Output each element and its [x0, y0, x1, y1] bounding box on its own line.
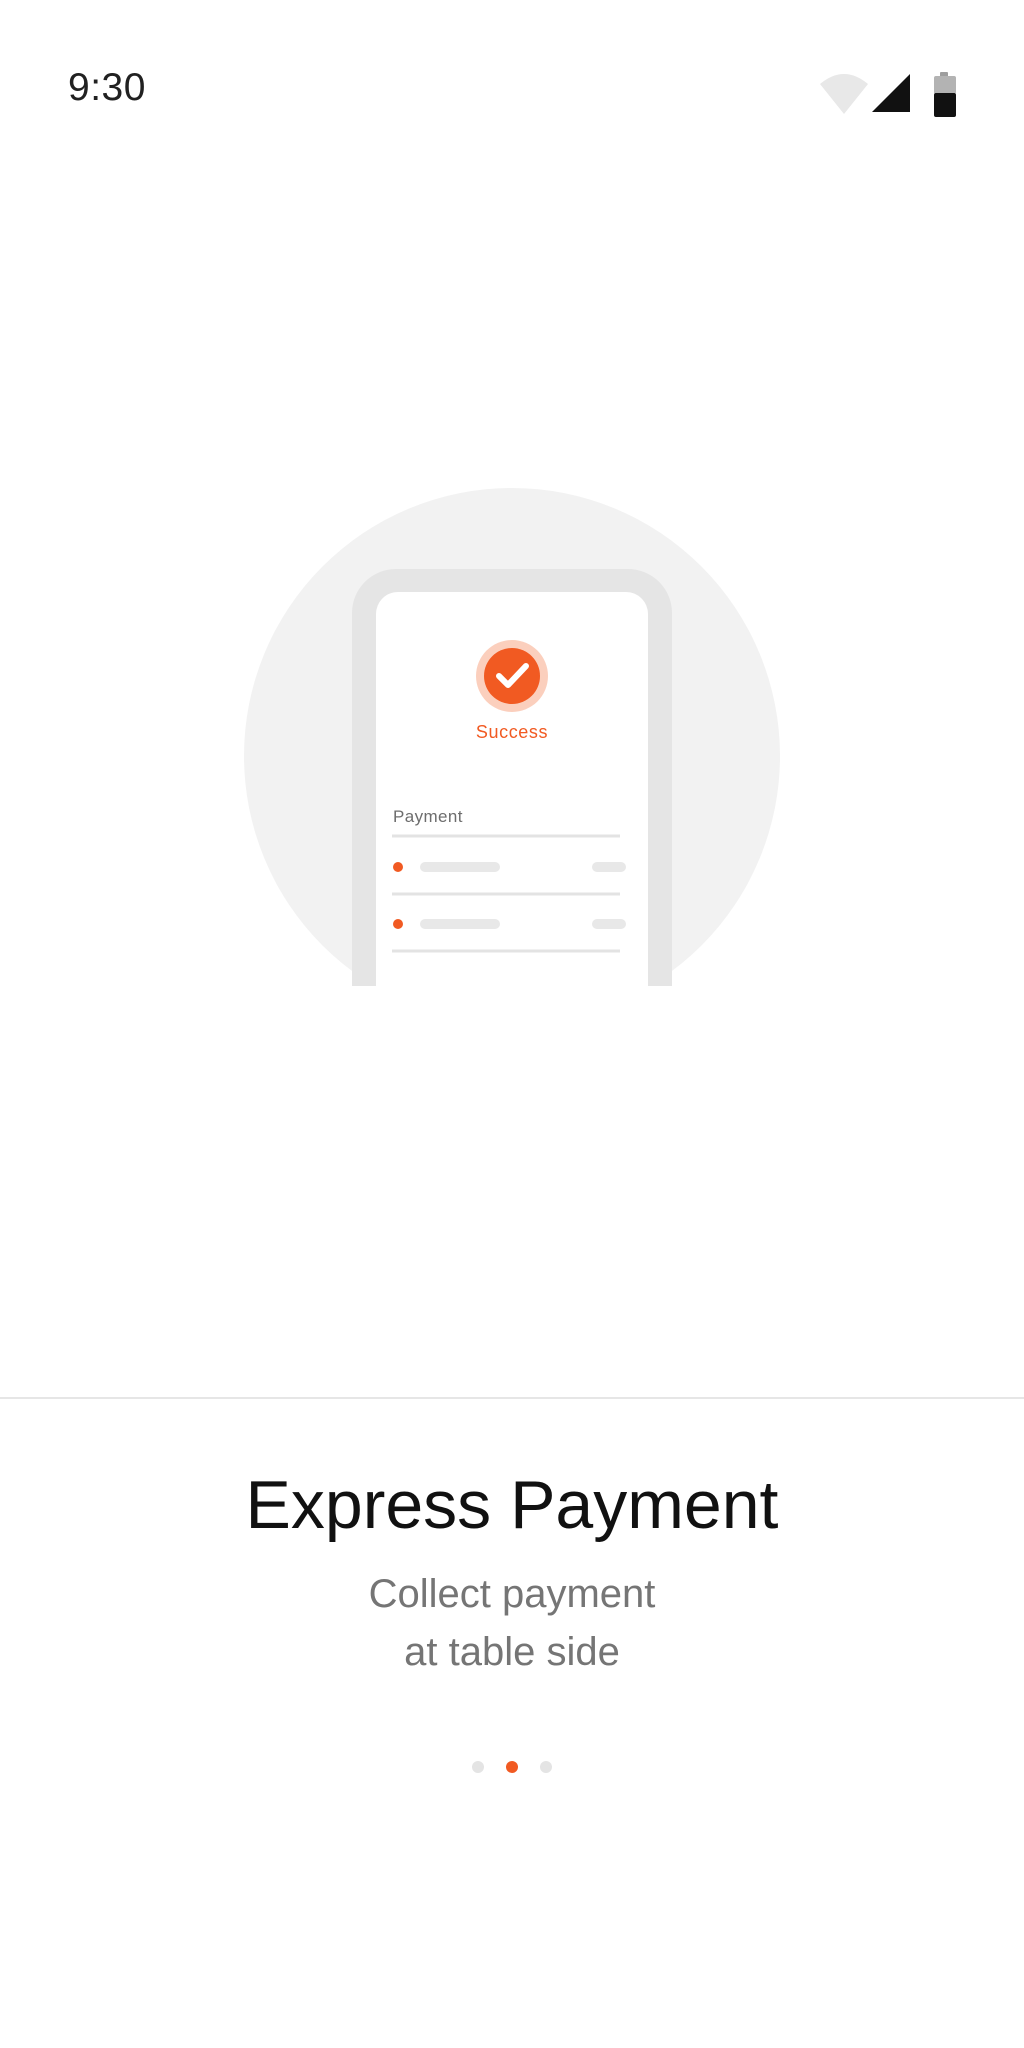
battery-icon: [934, 72, 956, 117]
cellular-signal-icon: [872, 74, 910, 112]
list-bullet: [393, 919, 403, 929]
payment-label: Payment: [393, 807, 463, 826]
onboarding-subtitle-line2: at table side: [404, 1630, 620, 1674]
status-icons: [818, 72, 958, 120]
wifi-icon: [820, 74, 868, 114]
page-indicator[interactable]: [0, 1761, 1024, 1775]
list-bullet: [393, 862, 403, 872]
onboarding-subtitle-line1: Collect payment: [368, 1572, 656, 1616]
page-dot-1[interactable]: [472, 1761, 484, 1773]
status-time: 9:30: [68, 66, 146, 109]
success-label: Success: [475, 722, 549, 742]
success-badge: [484, 648, 540, 704]
onboarding-illustration: Success Payment: [0, 460, 1024, 1000]
onboarding-title: Express Payment: [245, 1467, 779, 1543]
page-dot-2[interactable]: [506, 1761, 518, 1773]
section-divider: [0, 1397, 1024, 1399]
status-bar: 9:30: [0, 0, 1024, 184]
page-dot-3[interactable]: [540, 1761, 552, 1773]
